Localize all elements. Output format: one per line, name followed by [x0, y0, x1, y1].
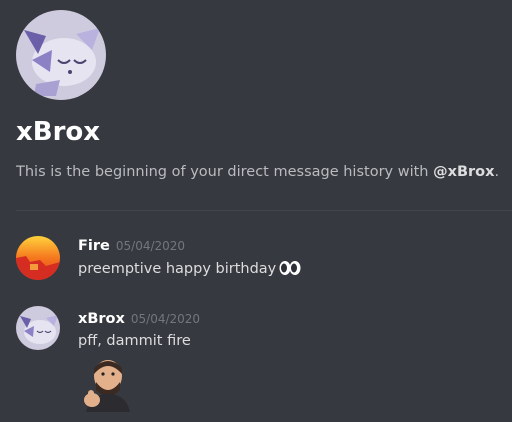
message-content: preemptive happy birthday: [78, 259, 301, 282]
message-content: pff, dammit fire: [78, 331, 191, 351]
channel-avatar[interactable]: [16, 10, 106, 100]
message-header: Fire 05/04/2020: [78, 235, 185, 256]
message-author[interactable]: Fire: [78, 238, 110, 254]
xbrox-avatar[interactable]: [16, 306, 60, 350]
fire-avatar[interactable]: [16, 236, 60, 280]
message-text: pff, dammit fire: [78, 333, 191, 349]
channel-title: xBrox: [16, 117, 101, 147]
message-text: preemptive happy birthday: [78, 261, 277, 277]
user-mention[interactable]: @xBrox: [433, 164, 494, 180]
channel-intro-text: This is the beginning of your direct mes…: [16, 162, 499, 182]
message-author[interactable]: xBrox: [78, 311, 125, 327]
xbrox-avatar-image: [16, 10, 106, 100]
thinking-man-emote-icon[interactable]: [78, 356, 134, 412]
divider: [16, 210, 512, 211]
eyes-emoji-icon[interactable]: [279, 260, 301, 282]
intro-suffix: .: [494, 164, 500, 180]
intro-prefix: This is the beginning of your direct mes…: [16, 164, 434, 180]
message-timestamp: 05/04/2020: [130, 312, 201, 326]
message-timestamp: 05/04/2020: [115, 239, 186, 253]
message-header: xBrox 05/04/2020: [78, 308, 200, 329]
